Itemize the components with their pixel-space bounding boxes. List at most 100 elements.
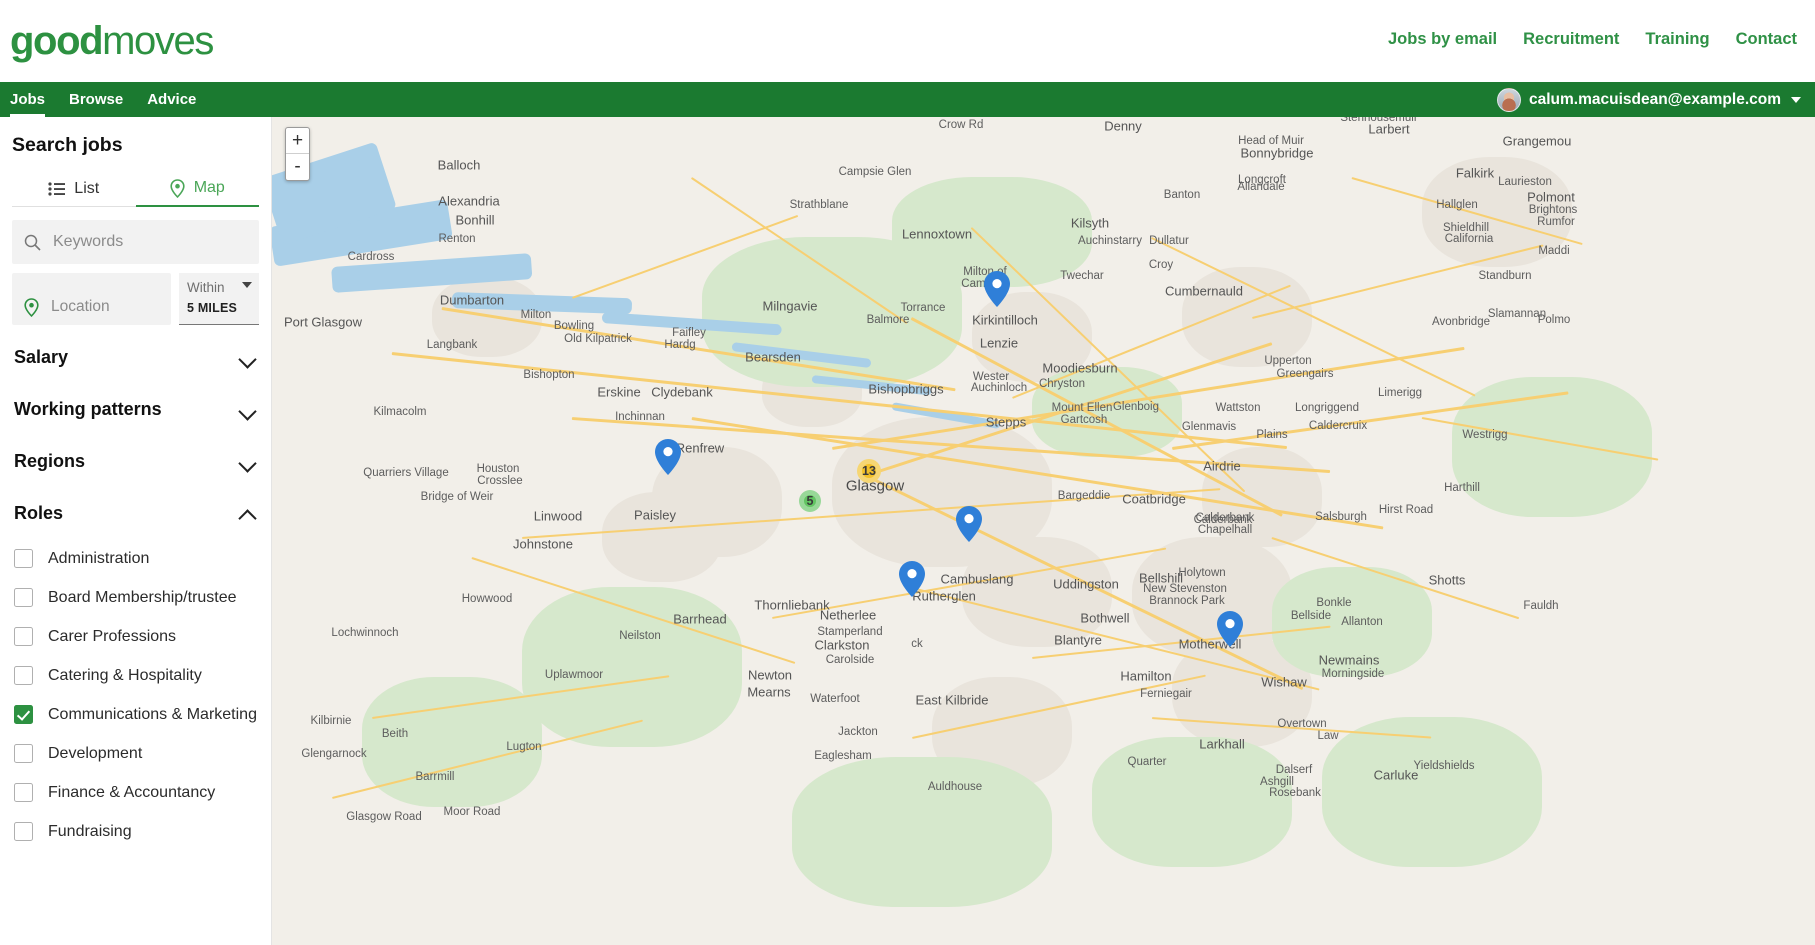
map-place-label: Clydebank — [651, 384, 713, 400]
keywords-field[interactable]: Keywords — [12, 220, 259, 264]
map-place-label: Law — [1317, 730, 1339, 742]
map-place-label: Dumbarton — [439, 292, 505, 308]
nav-recruitment[interactable]: Recruitment — [1523, 30, 1619, 49]
role-communications-marketing[interactable]: Communications & Marketing — [12, 695, 259, 734]
zoom-in-button[interactable]: + — [286, 128, 309, 154]
site-logo[interactable]: goodmoves — [10, 21, 214, 61]
filter-section-salary[interactable]: Salary — [12, 331, 259, 383]
nav-contact[interactable]: Contact — [1736, 30, 1797, 49]
map-place-label: Bonnybridge — [1240, 145, 1314, 161]
chevron-down-icon — [241, 402, 257, 418]
account-menu[interactable]: calum.macuisdean@example.com — [1496, 82, 1801, 117]
page-title: Search jobs — [12, 134, 123, 156]
map-road — [911, 587, 1320, 691]
role-catering-hospitality[interactable]: Catering & Hospitality — [12, 656, 259, 695]
map-water — [601, 312, 782, 336]
location-pin-icon — [24, 298, 39, 318]
map-place-label: Dalserf — [1275, 764, 1313, 776]
map-place-label: Jackton — [838, 726, 878, 738]
marker-cambuslang[interactable] — [899, 561, 925, 597]
filter-section-working-patterns[interactable]: Working patterns — [12, 383, 259, 435]
map-place-label: Greengairs — [1276, 368, 1334, 380]
filter-accordion: Salary Working patterns Regions Roles Ad… — [12, 331, 259, 851]
marker-kirkintilloch[interactable] — [984, 271, 1010, 307]
checkbox[interactable] — [14, 744, 33, 763]
role-label: Fundraising — [48, 822, 132, 840]
checkbox[interactable] — [14, 783, 33, 802]
map-road — [832, 346, 1465, 450]
map-pin-icon — [170, 178, 185, 198]
map-place-label: Holytown — [1178, 567, 1226, 579]
filter-section-regions[interactable]: Regions — [12, 435, 259, 487]
map-place-label: Cambuslang — [940, 571, 1014, 587]
map-place-label: Brightons — [1528, 204, 1578, 216]
map-place-label: Bonkle — [1316, 597, 1352, 609]
map-place-label: Glengarnock — [301, 748, 367, 760]
search-sidebar: Search jobs List Map Keywords Location W… — [0, 117, 272, 945]
map-urban-area — [762, 357, 862, 427]
map-place-label: Slamannan — [1487, 308, 1547, 320]
role-board-membership-trustee[interactable]: Board Membership/trustee — [12, 578, 259, 617]
nav-tab-browse[interactable]: Browse — [69, 82, 123, 117]
nav-jobs-by-email[interactable]: Jobs by email — [1388, 30, 1497, 49]
map-place-label: Harthill — [1444, 482, 1480, 494]
map-place-label: Blantyre — [1054, 632, 1102, 648]
nav-tab-jobs[interactable]: Jobs — [10, 82, 46, 117]
role-administration[interactable]: Administration — [12, 539, 259, 578]
map-place-label: Neilston — [619, 630, 661, 642]
map-place-label: Linwood — [533, 508, 583, 524]
primary-nav-bar: Jobs Browse Advice calum.macuisdean@exam… — [0, 82, 1815, 117]
cluster-west-glasgow[interactable]: 5 — [799, 490, 821, 512]
checkbox-checked[interactable] — [14, 705, 33, 724]
checkbox[interactable] — [14, 588, 33, 607]
map-road — [391, 352, 1288, 450]
map-urban-area — [832, 417, 1052, 567]
map-place-label: Twechar — [1060, 270, 1104, 282]
map-urban-area — [932, 677, 1072, 787]
map-place-label: Hirst Road — [1378, 504, 1434, 516]
map-place-label: Carluke — [1373, 767, 1419, 783]
map-road — [1150, 237, 1476, 397]
map-place-label: Laurieston — [1498, 176, 1552, 188]
map-place-label: Hallglen — [1436, 199, 1478, 211]
map-place-label: Lenzie — [979, 335, 1019, 351]
map-pin-icon — [956, 506, 982, 542]
cluster-glasgow[interactable]: 13 — [857, 459, 881, 483]
within-select[interactable]: Within 5 MILES — [179, 273, 259, 325]
tab-map[interactable]: Map — [135, 171, 259, 207]
checkbox[interactable] — [14, 549, 33, 568]
map-place-label: Auldhouse — [927, 781, 983, 793]
map-canvas[interactable]: Glasgow Balloch Alexandria Bonhill Renton Car… — [272, 117, 1815, 945]
role-carer-professions[interactable]: Carer Professions — [12, 617, 259, 656]
map-place-label: Cardross — [347, 251, 395, 263]
tab-list[interactable]: List — [12, 171, 136, 207]
map-place-label: Langbank — [426, 339, 478, 351]
chevron-down-icon — [242, 282, 252, 288]
role-finance-accountancy[interactable]: Finance & Accountancy — [12, 773, 259, 812]
map-place-label: Gartcosh — [1060, 414, 1108, 426]
job-map[interactable]: Glasgow Balloch Alexandria Bonhill Renton Car… — [272, 117, 1815, 945]
app-root: goodmoves Jobs by email Recruitment Trai… — [0, 0, 1815, 945]
marker-paisley[interactable] — [655, 439, 681, 475]
map-place-label: Head of Muir — [1238, 135, 1304, 147]
map-water — [272, 199, 453, 267]
checkbox[interactable] — [14, 822, 33, 841]
checkbox[interactable] — [14, 627, 33, 646]
nav-training[interactable]: Training — [1645, 30, 1709, 49]
map-green-area — [1092, 737, 1292, 867]
role-fundraising[interactable]: Fundraising — [12, 812, 259, 851]
location-field[interactable]: Location — [12, 273, 171, 325]
chevron-up-icon — [241, 506, 257, 522]
map-green-area — [702, 237, 962, 387]
role-development[interactable]: Development — [12, 734, 259, 773]
marker-motherwell[interactable] — [1217, 611, 1243, 647]
checkbox[interactable] — [14, 666, 33, 685]
filter-section-roles[interactable]: Roles — [12, 487, 259, 539]
nav-tab-advice[interactable]: Advice — [147, 82, 196, 117]
map-road — [571, 417, 1331, 474]
zoom-out-button[interactable]: - — [286, 154, 309, 180]
map-place-label: Erskine — [597, 384, 641, 400]
marker-rutherglen[interactable] — [956, 506, 982, 542]
map-place-label: Crow Rd — [938, 119, 984, 131]
map-urban-area — [1172, 637, 1312, 747]
